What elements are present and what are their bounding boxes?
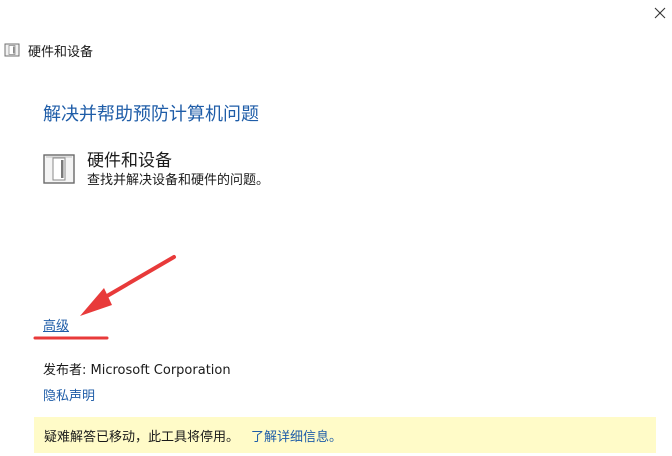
window-title-bar: 硬件和设备	[4, 40, 93, 60]
learn-more-link[interactable]: 了解详细信息。	[251, 426, 342, 445]
advanced-link[interactable]: 高级	[43, 315, 69, 334]
window-title: 硬件和设备	[28, 44, 94, 60]
privacy-statement-link[interactable]: 隐私声明	[43, 385, 95, 404]
hardware-devices-icon	[43, 154, 75, 184]
notice-bar: 疑难解答已移动，此工具将停用。 了解详细信息。	[34, 417, 656, 453]
close-icon	[654, 7, 666, 19]
troubleshooter-description: 查找并解决设备和硬件的问题。	[87, 173, 270, 188]
page-heading: 解决并帮助预防计算机问题	[43, 104, 259, 125]
close-button[interactable]	[650, 3, 670, 23]
hardware-devices-icon	[4, 43, 20, 57]
publisher-text: 发布者: Microsoft Corporation	[43, 363, 231, 378]
notice-text: 疑难解答已移动，此工具将停用。	[44, 429, 240, 445]
troubleshooter-text: 硬件和设备 查找并解决设备和硬件的问题。	[87, 150, 269, 190]
troubleshooter-name: 硬件和设备	[87, 151, 172, 171]
annotation-arrow	[33, 255, 176, 340]
troubleshooter-entry[interactable]: 硬件和设备 查找并解决设备和硬件的问题。	[43, 150, 269, 190]
